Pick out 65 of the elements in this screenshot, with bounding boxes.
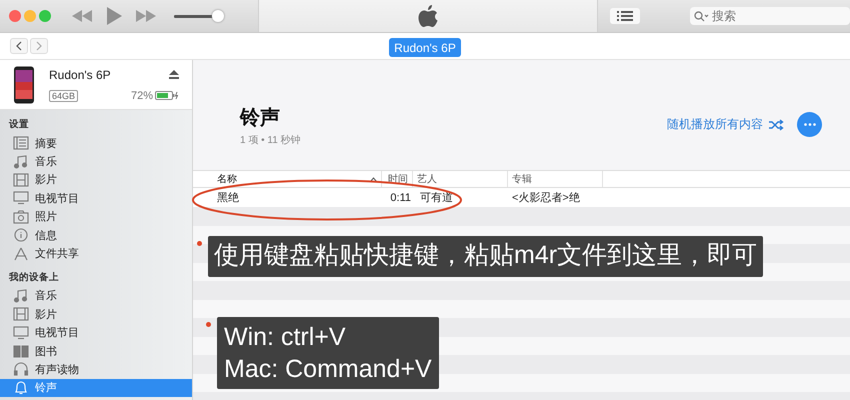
section-heading: 我的设备上 bbox=[8, 270, 60, 285]
apple-logo-icon bbox=[418, 4, 438, 28]
marker-dot bbox=[197, 241, 202, 246]
battery-icon bbox=[155, 91, 179, 100]
table-cell-text: 黑绝 bbox=[216, 192, 240, 204]
sidebar-item[interactable]: 摘要 bbox=[0, 134, 192, 152]
sidebar-item[interactable]: 影片 bbox=[0, 170, 192, 190]
headphones-icon bbox=[13, 362, 29, 376]
back-button[interactable] bbox=[10, 38, 28, 54]
shuffle-link[interactable]: 随机播放所有内容 bbox=[667, 116, 763, 133]
chevron-left-icon bbox=[16, 41, 22, 51]
sidebar-item[interactable]: 照片 bbox=[0, 208, 192, 226]
music-icon bbox=[13, 288, 29, 303]
list-icon bbox=[617, 11, 633, 21]
sidebar-item[interactable]: 音乐 bbox=[0, 286, 192, 306]
sidebar-item[interactable]: 电视节目 bbox=[0, 189, 192, 208]
sidebar-item[interactable]: 文件共享 bbox=[0, 244, 192, 263]
info-icon bbox=[13, 228, 29, 242]
item-summary: 1 项 • 11 秒钟 bbox=[240, 134, 301, 147]
sidebar-item[interactable]: 电视节目 bbox=[0, 324, 192, 342]
close-button[interactable] bbox=[9, 10, 21, 22]
page-title: 铃声 bbox=[240, 106, 281, 131]
search-field[interactable]: 搜索 bbox=[690, 7, 850, 25]
marker-dot bbox=[206, 322, 211, 327]
battery-percent: 72% bbox=[130, 90, 153, 102]
film-icon bbox=[13, 172, 29, 187]
list-view-button[interactable] bbox=[610, 8, 640, 24]
section-heading: 设置 bbox=[8, 118, 30, 132]
film-icon bbox=[13, 307, 29, 322]
table-cell-text: 0:11 bbox=[389, 192, 412, 204]
table-cell-text: 可有道 bbox=[419, 192, 454, 204]
annotation-callout: 使用键盘粘贴快捷键，粘贴m4r文件到这里，即可 bbox=[208, 236, 764, 277]
rewind-icon[interactable] bbox=[71, 9, 93, 23]
photo-icon bbox=[13, 210, 29, 224]
more-button[interactable] bbox=[797, 112, 822, 137]
annotation-callout: Win: ctrl+V Mac: Command+V bbox=[217, 317, 439, 389]
device-name: Rudon's 6P bbox=[49, 68, 111, 82]
column-header[interactable]: 时间 bbox=[388, 174, 408, 184]
sidebar-item[interactable]: 有声读物 bbox=[0, 360, 192, 379]
tv-icon bbox=[13, 326, 29, 340]
play-icon[interactable] bbox=[105, 6, 123, 26]
sidebar-item[interactable]: 信息 bbox=[0, 226, 192, 244]
book-icon bbox=[13, 344, 29, 358]
chevron-right-icon bbox=[36, 41, 42, 51]
ellipsis-icon bbox=[804, 123, 816, 126]
fast-forward-icon[interactable] bbox=[135, 9, 157, 23]
capacity-badge: 64GB bbox=[49, 90, 78, 102]
summary-icon bbox=[13, 136, 29, 150]
column-header[interactable]: 艺人 bbox=[417, 174, 437, 184]
sidebar-item[interactable]: 影片 bbox=[0, 305, 192, 324]
tv-icon bbox=[13, 191, 29, 206]
music-icon bbox=[13, 154, 29, 169]
eject-icon[interactable] bbox=[169, 70, 179, 79]
sidebar-item[interactable]: 音乐 bbox=[0, 152, 192, 171]
zoom-button[interactable] bbox=[39, 10, 51, 22]
column-header[interactable]: 专辑 bbox=[512, 174, 532, 184]
search-input[interactable]: 搜索 bbox=[710, 9, 832, 23]
bell-icon bbox=[13, 380, 29, 395]
apps-icon bbox=[13, 246, 29, 261]
column-header[interactable]: 名称 bbox=[217, 174, 237, 184]
table-cell-text: <火影忍者>绝 bbox=[511, 192, 581, 204]
search-icon bbox=[694, 10, 710, 22]
phone-icon[interactable] bbox=[13, 66, 35, 104]
sidebar-item[interactable]: 图书 bbox=[0, 342, 192, 360]
shuffle-icon[interactable] bbox=[768, 118, 784, 130]
